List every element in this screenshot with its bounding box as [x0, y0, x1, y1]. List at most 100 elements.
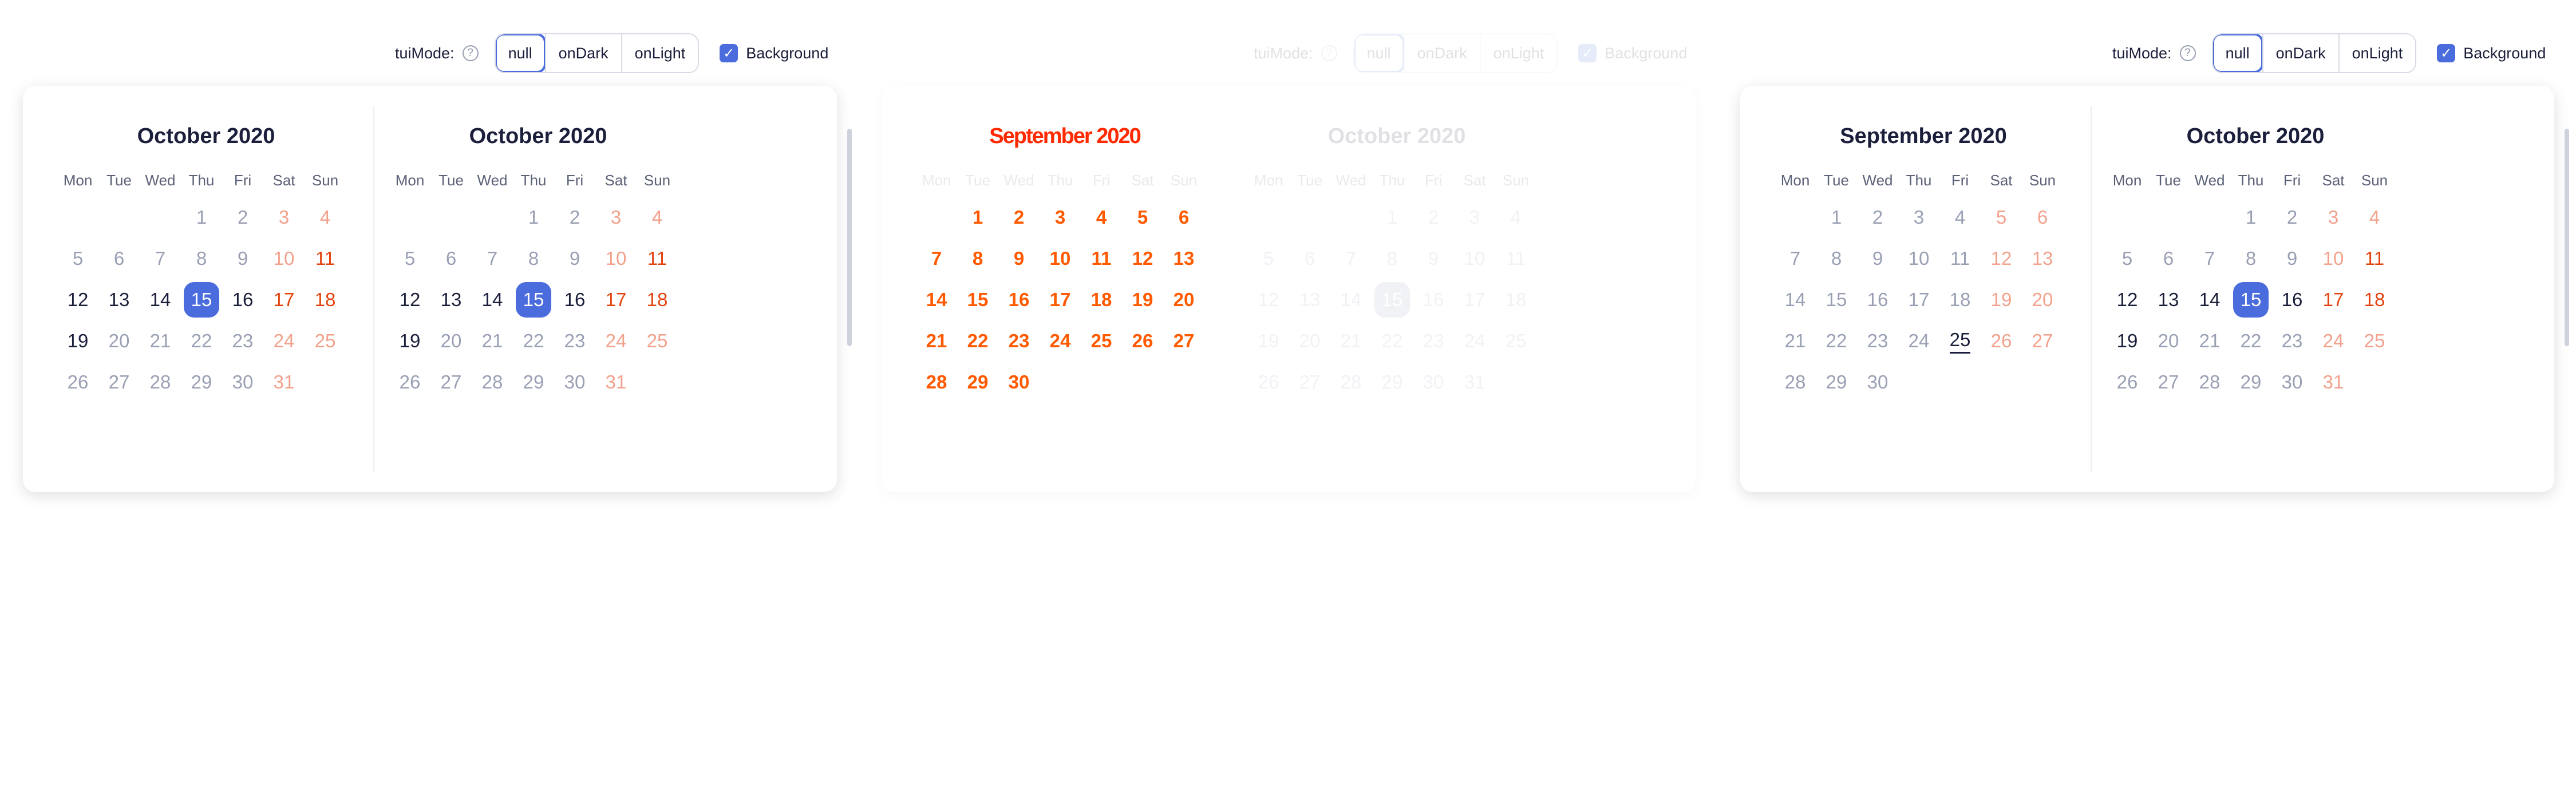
- day-cell[interactable]: 9: [998, 238, 1040, 279]
- day-cell[interactable]: 13: [1163, 238, 1204, 279]
- day-cell[interactable]: 3: [263, 197, 305, 238]
- day-cell[interactable]: 3: [595, 197, 637, 238]
- day-cell[interactable]: 15: [957, 279, 998, 320]
- day-cell[interactable]: 4: [305, 197, 346, 238]
- day-cell[interactable]: 21: [1330, 320, 1372, 362]
- day-cell[interactable]: 28: [472, 362, 513, 403]
- day-cell[interactable]: 7: [2189, 238, 2230, 279]
- day-cell[interactable]: 25: [1939, 320, 1981, 362]
- day-cell[interactable]: 25: [637, 320, 678, 362]
- day-cell[interactable]: 12: [389, 279, 430, 320]
- day-cell[interactable]: 2: [222, 197, 263, 238]
- day-cell[interactable]: 24: [1040, 320, 1081, 362]
- day-cell[interactable]: 14: [2189, 279, 2230, 320]
- day-cell[interactable]: 28: [2189, 362, 2230, 403]
- mode-ondark-button[interactable]: onDark: [1403, 34, 1480, 72]
- day-cell[interactable]: 10: [2313, 238, 2354, 279]
- day-cell[interactable]: 14: [472, 279, 513, 320]
- day-cell[interactable]: 6: [1163, 197, 1204, 238]
- day-cell[interactable]: 9: [554, 238, 595, 279]
- day-cell[interactable]: 27: [430, 362, 472, 403]
- day-cell[interactable]: 22: [181, 320, 222, 362]
- day-cell[interactable]: 12: [1122, 238, 1163, 279]
- day-cell[interactable]: 15: [1372, 279, 1413, 320]
- day-cell[interactable]: 11: [637, 238, 678, 279]
- mode-null-button[interactable]: null: [495, 34, 546, 72]
- day-cell[interactable]: 26: [1981, 320, 2022, 362]
- mode-onlight-button[interactable]: onLight: [1479, 34, 1557, 72]
- day-cell[interactable]: 8: [513, 238, 554, 279]
- day-cell[interactable]: 10: [595, 238, 637, 279]
- day-cell[interactable]: 12: [1248, 279, 1289, 320]
- day-cell[interactable]: 19: [389, 320, 430, 362]
- day-cell[interactable]: 21: [916, 320, 957, 362]
- day-cell[interactable]: 20: [98, 320, 140, 362]
- day-cell[interactable]: 17: [595, 279, 637, 320]
- day-cell[interactable]: 19: [1981, 279, 2022, 320]
- day-cell[interactable]: 29: [1816, 362, 1857, 403]
- day-cell[interactable]: 5: [2107, 238, 2148, 279]
- day-cell[interactable]: 15: [181, 279, 222, 320]
- day-cell[interactable]: 30: [998, 362, 1040, 403]
- help-icon[interactable]: ?: [1321, 45, 1337, 61]
- day-cell[interactable]: 19: [2107, 320, 2148, 362]
- day-cell[interactable]: 18: [305, 279, 346, 320]
- day-cell[interactable]: 26: [1248, 362, 1289, 403]
- day-cell[interactable]: 1: [1816, 197, 1857, 238]
- day-cell[interactable]: 23: [1413, 320, 1454, 362]
- day-cell[interactable]: 5: [1981, 197, 2022, 238]
- day-cell[interactable]: 18: [2354, 279, 2395, 320]
- day-cell[interactable]: 25: [305, 320, 346, 362]
- day-cell[interactable]: 23: [222, 320, 263, 362]
- day-cell[interactable]: 2: [1413, 197, 1454, 238]
- day-cell[interactable]: 16: [2271, 279, 2313, 320]
- day-cell[interactable]: 17: [1898, 279, 1939, 320]
- day-cell[interactable]: 31: [1454, 362, 1495, 403]
- day-cell[interactable]: 23: [554, 320, 595, 362]
- day-cell[interactable]: 17: [1040, 279, 1081, 320]
- day-cell[interactable]: 24: [1898, 320, 1939, 362]
- day-cell[interactable]: 16: [1857, 279, 1898, 320]
- day-cell[interactable]: 5: [1122, 197, 1163, 238]
- month-title[interactable]: September 2020: [1775, 120, 2072, 152]
- mode-ondark-button[interactable]: onDark: [544, 34, 621, 72]
- day-cell[interactable]: 4: [2354, 197, 2395, 238]
- day-cell[interactable]: 2: [554, 197, 595, 238]
- day-cell[interactable]: 26: [57, 362, 98, 403]
- day-cell[interactable]: 27: [2148, 362, 2189, 403]
- day-cell[interactable]: 28: [916, 362, 957, 403]
- day-cell[interactable]: 25: [1495, 320, 1536, 362]
- day-cell[interactable]: 13: [1289, 279, 1330, 320]
- day-cell[interactable]: 23: [1857, 320, 1898, 362]
- day-cell[interactable]: 16: [1413, 279, 1454, 320]
- day-cell[interactable]: 22: [513, 320, 554, 362]
- day-cell[interactable]: 20: [2148, 320, 2189, 362]
- day-cell[interactable]: 24: [1454, 320, 1495, 362]
- mode-onlight-button[interactable]: onLight: [621, 34, 698, 72]
- day-cell[interactable]: 11: [2354, 238, 2395, 279]
- day-cell[interactable]: 9: [1857, 238, 1898, 279]
- day-cell[interactable]: 19: [57, 320, 98, 362]
- day-cell[interactable]: 8: [2230, 238, 2271, 279]
- day-cell[interactable]: 11: [1939, 238, 1981, 279]
- day-cell[interactable]: 13: [430, 279, 472, 320]
- day-cell[interactable]: 6: [2022, 197, 2063, 238]
- day-cell[interactable]: 22: [957, 320, 998, 362]
- day-cell[interactable]: 5: [389, 238, 430, 279]
- month-title[interactable]: October 2020: [1248, 120, 1546, 152]
- day-cell[interactable]: 2: [998, 197, 1040, 238]
- day-cell[interactable]: 13: [98, 279, 140, 320]
- day-cell[interactable]: 10: [263, 238, 305, 279]
- day-cell[interactable]: 9: [222, 238, 263, 279]
- day-cell[interactable]: 7: [916, 238, 957, 279]
- day-cell[interactable]: 14: [1330, 279, 1372, 320]
- day-cell[interactable]: 7: [472, 238, 513, 279]
- day-cell[interactable]: 15: [2230, 279, 2271, 320]
- day-cell[interactable]: 6: [430, 238, 472, 279]
- day-cell[interactable]: 31: [263, 362, 305, 403]
- day-cell[interactable]: 21: [472, 320, 513, 362]
- day-cell[interactable]: 3: [1454, 197, 1495, 238]
- day-cell[interactable]: 25: [1081, 320, 1122, 362]
- help-icon[interactable]: ?: [2179, 45, 2196, 61]
- day-cell[interactable]: 27: [2022, 320, 2063, 362]
